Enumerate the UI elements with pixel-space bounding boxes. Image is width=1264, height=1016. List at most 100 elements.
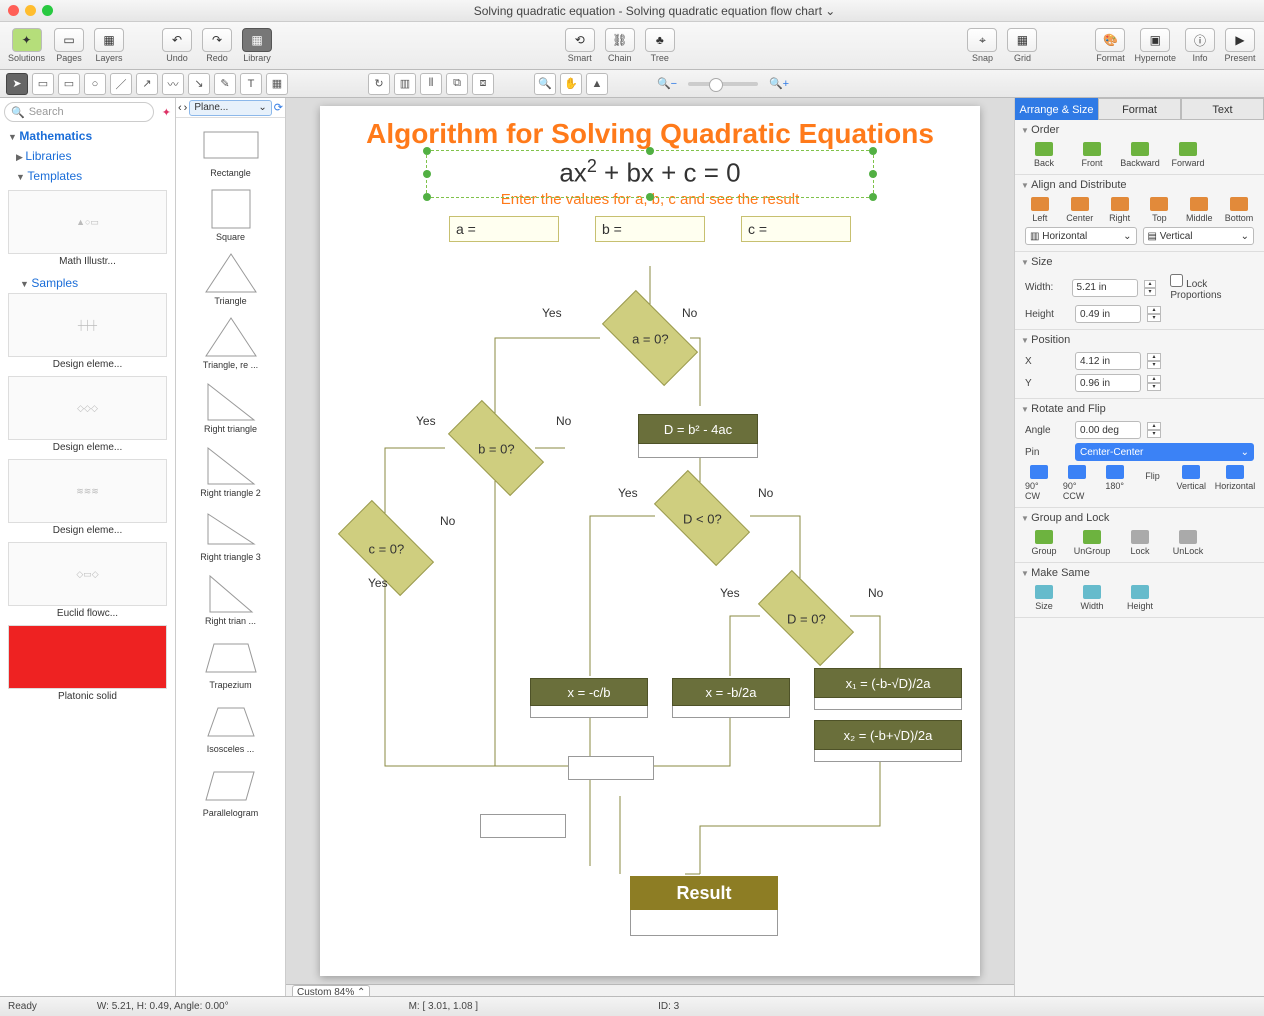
align-tool[interactable]: ▥ <box>394 73 416 95</box>
thumb-math[interactable]: ▲○▭ <box>8 190 167 254</box>
layers-button[interactable]: ▦ <box>94 28 124 52</box>
arrow-tool[interactable]: ↗ <box>136 73 158 95</box>
rotate-tool[interactable]: ↻ <box>368 73 390 95</box>
node-b0[interactable]: b = 0? <box>448 400 544 496</box>
rotate-cw-button[interactable]: 90° CW <box>1025 465 1053 501</box>
node-d-calc[interactable]: D = b² - 4ac <box>638 414 758 444</box>
rect-tool[interactable]: ▭ <box>58 73 80 95</box>
search-input[interactable]: 🔍 Search <box>4 102 154 122</box>
align-right-button[interactable]: Right <box>1105 197 1135 223</box>
text-tool[interactable]: T <box>240 73 262 95</box>
tree-root[interactable]: Mathematics <box>0 126 175 146</box>
solutions-button[interactable]: ✦ <box>12 28 42 52</box>
pin-select[interactable]: Center-Center⌄ <box>1075 443 1254 461</box>
flowchart-equation[interactable]: ax2 + bx + c = 0 <box>320 156 980 189</box>
thumb-design3[interactable]: ≋≋≋ <box>8 459 167 523</box>
node-d-lt[interactable]: D < 0? <box>654 470 750 566</box>
tab-format[interactable]: Format <box>1098 98 1181 120</box>
section-align[interactable]: Align and Distribute <box>1021 179 1258 191</box>
curve-tool[interactable]: 〰 <box>162 73 184 95</box>
section-same[interactable]: Make Same <box>1021 567 1258 579</box>
order-forward-button[interactable]: Forward <box>1169 142 1207 168</box>
stamp-tool[interactable]: ▲ <box>586 73 608 95</box>
nav-fwd-icon[interactable]: › <box>184 102 188 114</box>
ungroup-button[interactable]: UnGroup <box>1073 530 1111 556</box>
section-size[interactable]: Size <box>1021 256 1258 268</box>
y-field[interactable]: 0.96 in <box>1075 374 1141 392</box>
tab-text[interactable]: Text <box>1181 98 1264 120</box>
tree-samples[interactable]: Samples <box>4 273 171 293</box>
flip-v-button[interactable]: Vertical <box>1177 465 1207 501</box>
order-backward-button[interactable]: Backward <box>1121 142 1159 168</box>
unlock-button[interactable]: UnLock <box>1169 530 1207 556</box>
order-front-button[interactable]: Front <box>1073 142 1111 168</box>
shape-swatch[interactable] <box>176 442 285 488</box>
snap-button[interactable]: ⌖ <box>967 28 997 52</box>
shape-category-select[interactable]: Plane...⌄ <box>189 100 271 116</box>
info-button[interactable]: ⓘ <box>1185 28 1215 52</box>
node-a0[interactable]: a = 0? <box>602 290 698 386</box>
page[interactable]: Algorithm for Solving Quadratic Equation… <box>320 106 980 976</box>
thumb-design2[interactable]: ◇◇◇ <box>8 376 167 440</box>
node-x-cb[interactable]: x = -c/b <box>530 678 648 706</box>
shape-swatch[interactable] <box>176 314 285 360</box>
thumb-platonic[interactable] <box>8 625 167 689</box>
section-group[interactable]: Group and Lock <box>1021 512 1258 524</box>
undo-button[interactable]: ↶ <box>162 28 192 52</box>
tree-templates[interactable]: Templates <box>0 166 175 186</box>
width-field[interactable]: 5.21 in <box>1072 279 1138 297</box>
node-x-b2a[interactable]: x = -b/2a <box>672 678 790 706</box>
node-result[interactable]: Result <box>630 876 778 910</box>
connector-tool[interactable]: ↘ <box>188 73 210 95</box>
grid-button[interactable]: ▦ <box>1007 28 1037 52</box>
input-c[interactable]: c = <box>741 216 851 242</box>
table-tool[interactable]: ▦ <box>266 73 288 95</box>
pointer-tool[interactable]: ➤ <box>6 73 28 95</box>
distribute-vertical[interactable]: ▤ Vertical⌄ <box>1143 227 1255 245</box>
same-width-button[interactable]: Width <box>1073 585 1111 611</box>
thumb-euclid[interactable]: ◇▭◇ <box>8 542 167 606</box>
tab-arrange[interactable]: Arrange & Size <box>1015 98 1098 120</box>
lock-button[interactable]: Lock <box>1121 530 1159 556</box>
smart-button[interactable]: ⟲ <box>565 28 595 52</box>
group-tool[interactable]: ⧉ <box>446 73 468 95</box>
distribute-tool[interactable]: ⫴ <box>420 73 442 95</box>
format-button[interactable]: 🎨 <box>1095 28 1125 52</box>
zoom-tool[interactable]: 🔍 <box>534 73 556 95</box>
shape-swatch[interactable] <box>176 122 285 168</box>
align-top-button[interactable]: Top <box>1144 197 1174 223</box>
angle-field[interactable]: 0.00 deg <box>1075 421 1141 439</box>
input-b[interactable]: b = <box>595 216 705 242</box>
line-tool[interactable]: ／ <box>110 73 132 95</box>
y-stepper[interactable]: ▴▾ <box>1147 375 1161 391</box>
nav-back-icon[interactable]: ‹ <box>178 102 182 114</box>
angle-stepper[interactable]: ▴▾ <box>1147 422 1161 438</box>
node-x1[interactable]: x₁ = (-b-√D)/2a <box>814 668 962 698</box>
pages-button[interactable]: ▭ <box>54 28 84 52</box>
flip-h-button[interactable]: Horizontal <box>1216 465 1254 501</box>
thumb-design1[interactable]: ┼┼┼ <box>8 293 167 357</box>
section-rotate[interactable]: Rotate and Flip <box>1021 403 1258 415</box>
section-order[interactable]: Order <box>1021 124 1258 136</box>
zoom-in-icon[interactable]: 🔍+ <box>768 73 790 95</box>
library-button[interactable]: ▦ <box>242 28 272 52</box>
align-center-button[interactable]: Center <box>1065 197 1095 223</box>
zoom-slider[interactable] <box>688 82 758 86</box>
zoom-out-icon[interactable]: 🔍− <box>656 73 678 95</box>
select-tool[interactable]: ▭ <box>32 73 54 95</box>
x-stepper[interactable]: ▴▾ <box>1147 353 1161 369</box>
ungroup-tool[interactable]: ⧈ <box>472 73 494 95</box>
shape-swatch[interactable] <box>176 186 285 232</box>
shape-swatch[interactable] <box>176 698 285 744</box>
order-back-button[interactable]: Back <box>1025 142 1063 168</box>
distribute-horizontal[interactable]: ▥ Horizontal⌄ <box>1025 227 1137 245</box>
same-size-button[interactable]: Size <box>1025 585 1063 611</box>
node-x2[interactable]: x₂ = (-b+√D)/2a <box>814 720 962 750</box>
hand-tool[interactable]: ✋ <box>560 73 582 95</box>
ellipse-tool[interactable]: ○ <box>84 73 106 95</box>
align-middle-button[interactable]: Middle <box>1184 197 1214 223</box>
shape-swatch[interactable] <box>176 250 285 296</box>
tree-button[interactable]: ♣ <box>645 28 675 52</box>
wand-icon[interactable]: ✦ <box>158 106 175 119</box>
hypernote-button[interactable]: ▣ <box>1140 28 1170 52</box>
